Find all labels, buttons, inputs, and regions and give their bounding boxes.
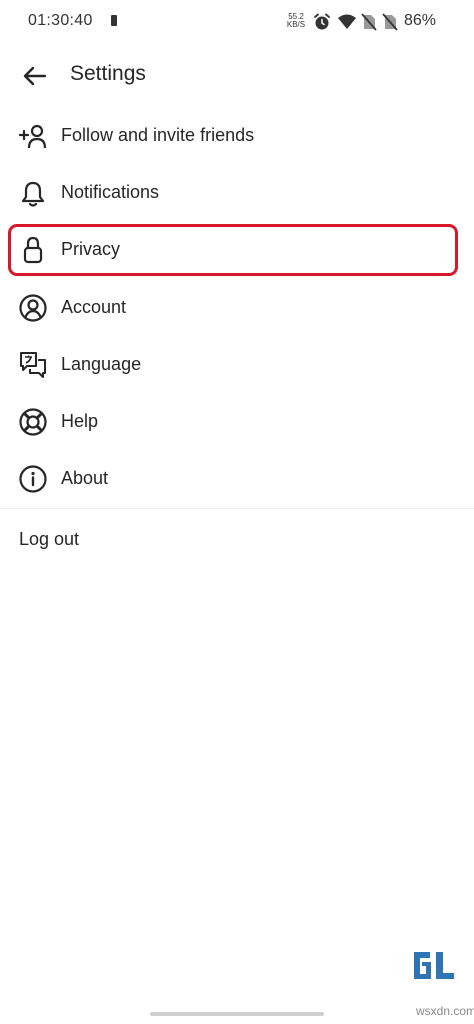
status-bar: 01:30:40 55.2 KB/S 86%	[0, 0, 474, 44]
battery-saver-icon	[111, 15, 117, 26]
menu-item-account[interactable]: Account	[0, 280, 474, 336]
alarm-icon	[314, 13, 330, 30]
header: Settings	[0, 48, 474, 104]
account-icon	[19, 294, 47, 322]
add-person-icon	[18, 124, 47, 149]
page-title: Settings	[70, 62, 146, 85]
arrow-left-icon	[23, 66, 47, 86]
divider	[0, 508, 474, 509]
translate-icon	[20, 352, 46, 378]
network-speed-unit: KB/S	[286, 20, 306, 29]
wifi-icon	[338, 14, 356, 29]
menu-item-notifications[interactable]: Notifications	[0, 165, 474, 221]
battery-percent: 86%	[404, 12, 437, 29]
menu-item-label: Language	[61, 354, 142, 374]
menu-item-label: Account	[61, 297, 127, 317]
info-icon	[19, 465, 47, 493]
network-speed: 55.2 KB/S	[286, 13, 306, 29]
menu-item-label: Help	[61, 411, 99, 431]
lifebuoy-icon	[19, 408, 47, 436]
menu-item-label: Follow and invite friends	[61, 125, 255, 145]
back-button[interactable]	[20, 62, 50, 90]
menu-item-about[interactable]: About	[0, 451, 474, 507]
no-sim-icon	[382, 13, 398, 31]
no-sim-icon	[361, 13, 377, 31]
menu-item-language[interactable]: Language	[0, 337, 474, 393]
navigation-handle[interactable]	[150, 1012, 324, 1016]
menu-item-label: Notifications	[61, 182, 160, 202]
privacy-highlight-box	[8, 224, 458, 276]
status-time: 01:30:40	[28, 12, 93, 29]
bell-icon	[21, 181, 45, 207]
menu-item-label: About	[61, 468, 109, 488]
watermark-logo-icon	[410, 946, 460, 984]
watermark-text: wsxdn.com	[416, 1004, 474, 1018]
menu-item-help[interactable]: Help	[0, 394, 474, 450]
logout-button[interactable]: Log out	[19, 529, 79, 550]
menu-item-follow-invite[interactable]: Follow and invite friends	[0, 108, 474, 164]
